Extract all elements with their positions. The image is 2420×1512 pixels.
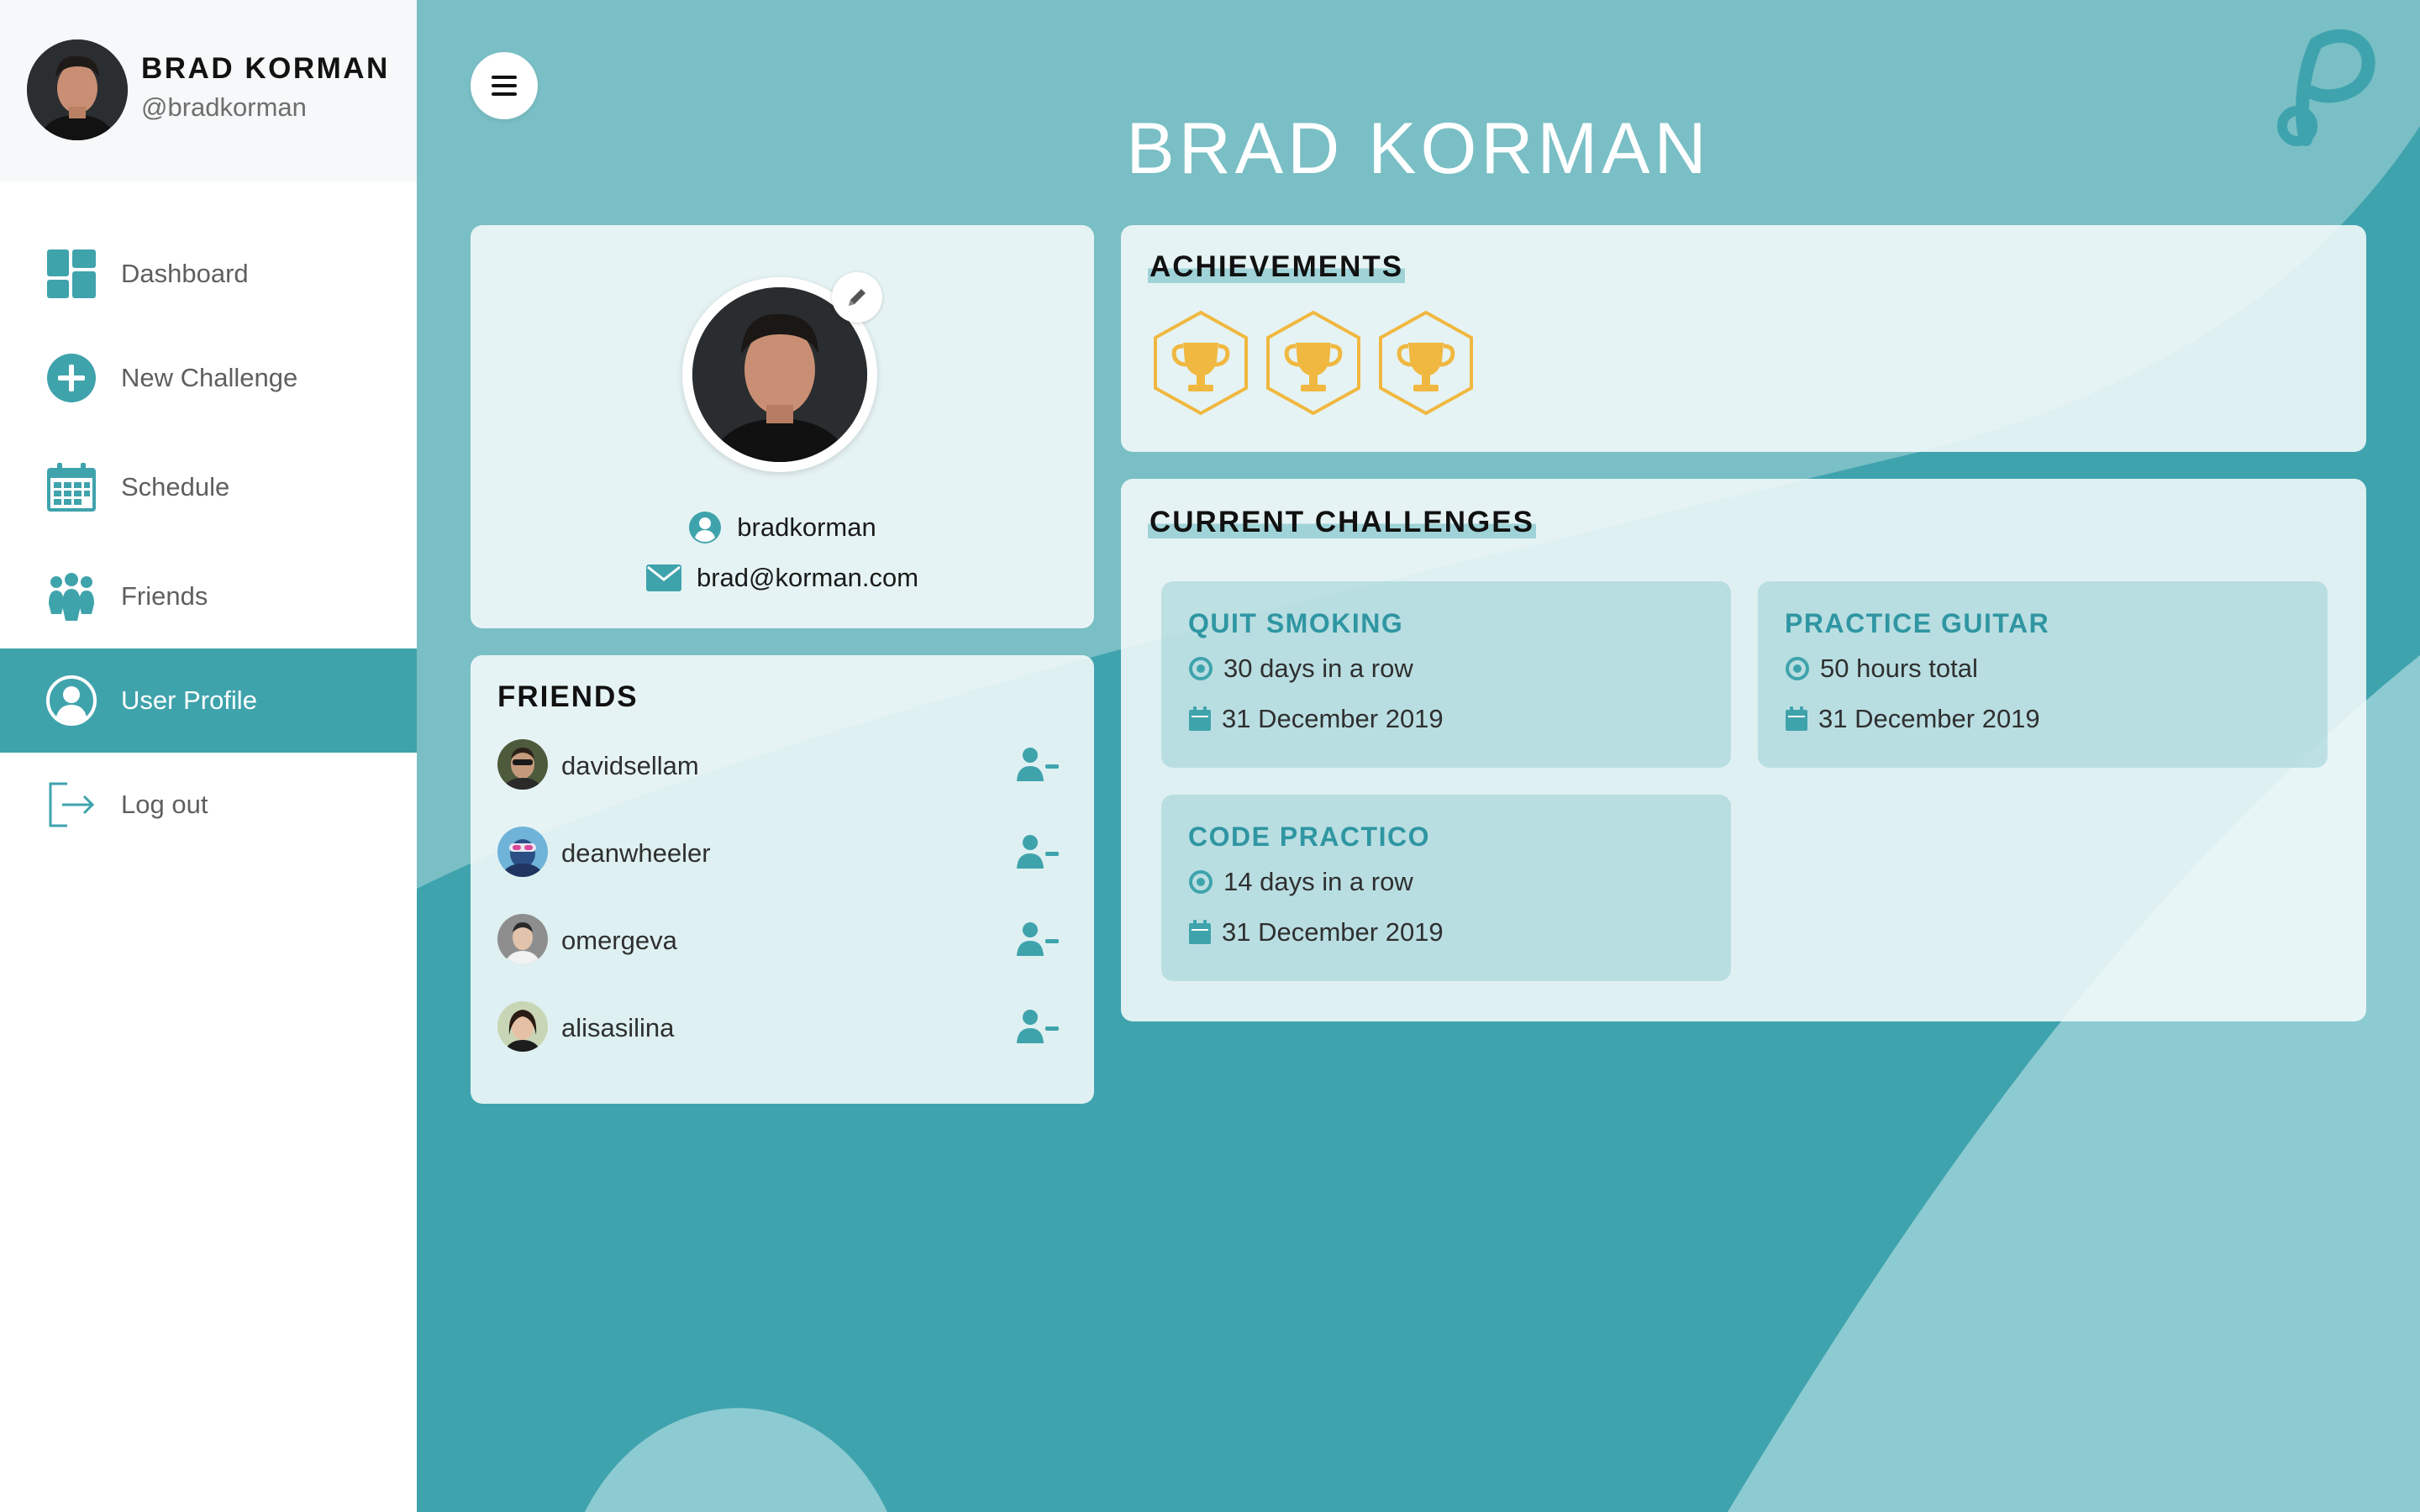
sidebar-user-handle: @bradkorman (141, 92, 307, 122)
sidebar-item-user-profile[interactable]: User Profile (0, 648, 417, 753)
achievements-card: ACHIEVEMENTS (1121, 225, 2366, 452)
plus-circle-icon (47, 354, 96, 402)
avatar[interactable] (27, 39, 128, 140)
hamburger-icon (492, 76, 517, 96)
friend-item[interactable]: omergeva (497, 914, 1069, 968)
logout-icon (49, 782, 95, 827)
sidebar-item-label: New Challenge (121, 363, 298, 392)
challenge-goal-text: 30 days in a row (1223, 654, 1413, 683)
challenge-title: QUIT SMOKING (1188, 608, 1404, 638)
friend-item[interactable]: deanwheeler (497, 827, 1069, 880)
sidebar-item-dashboard[interactable]: Dashboard (0, 222, 417, 326)
friend-avatar (497, 739, 548, 790)
page-title: BRAD KORMAN (1126, 108, 1711, 189)
achievements-title: ACHIEVEMENTS (1148, 250, 1406, 283)
challenge-date-text: 31 December 2019 (1818, 704, 2040, 733)
challenge-date: 31 December 2019 (1188, 702, 1444, 736)
challenges-title: CURRENT CHALLENGES (1148, 506, 1536, 538)
calendar-icon (47, 463, 96, 512)
sidebar: BRAD KORMAN @bradkorman Dashboard New Ch… (0, 0, 417, 1512)
friend-avatar (497, 827, 548, 877)
sidebar-item-label: User Profile (121, 685, 257, 715)
dashboard-icon (47, 249, 96, 298)
friend-name: davidsellam (561, 751, 699, 780)
sidebar-item-label: Dashboard (121, 259, 249, 288)
profile-email[interactable]: brad@korman.com (697, 563, 918, 593)
main-content: BRAD KORMAN bradkorman brad@korman.com F… (417, 0, 2420, 1512)
friend-name: deanwheeler (561, 838, 711, 868)
challenge-goal-text: 14 days in a row (1223, 867, 1413, 896)
sidebar-item-friends[interactable]: Friends (0, 544, 417, 648)
challenge-date: 31 December 2019 (1785, 702, 2040, 736)
remove-friend-icon[interactable] (1015, 746, 1059, 783)
sidebar-user-name: BRAD KORMAN (141, 52, 390, 85)
challenge-date-text: 31 December 2019 (1222, 917, 1444, 947)
user-circle-icon (689, 512, 722, 543)
trophy-badge-icon[interactable] (1151, 309, 1250, 417)
remove-friend-icon[interactable] (1015, 1008, 1059, 1045)
challenge-date-text: 31 December 2019 (1222, 704, 1444, 733)
sidebar-item-label: Schedule (121, 472, 230, 501)
envelope-icon (645, 564, 681, 591)
trophy-badge-icon[interactable] (1264, 309, 1363, 417)
profile-username: bradkorman (737, 512, 876, 542)
challenge-card[interactable]: CODE PRACTICO 14 days in a row 31 Decemb… (1161, 795, 1731, 981)
pencil-icon (849, 289, 865, 306)
challenge-goal-text: 50 hours total (1820, 654, 1978, 683)
trophy-badge-icon[interactable] (1376, 309, 1476, 417)
current-challenges-card: CURRENT CHALLENGES QUIT SMOKING 30 days … (1121, 479, 2366, 1021)
challenge-card[interactable]: PRACTICE GUITAR 50 hours total 31 Decemb… (1758, 581, 2328, 768)
target-icon (1189, 657, 1213, 680)
target-icon (1189, 870, 1213, 894)
friend-name: omergeva (561, 926, 677, 955)
remove-friend-icon[interactable] (1015, 921, 1059, 958)
friend-name: alisasilina (561, 1013, 675, 1042)
challenge-date: 31 December 2019 (1188, 916, 1444, 949)
sidebar-item-label: Friends (121, 581, 208, 611)
friend-avatar (497, 1001, 548, 1052)
friend-avatar (497, 914, 548, 964)
profile-email-row: brad@korman.com (471, 563, 1094, 593)
remove-friend-icon[interactable] (1015, 833, 1059, 870)
profile-username-row: bradkorman (471, 511, 1094, 544)
sidebar-item-logout[interactable]: Log out (0, 753, 417, 857)
user-circle-icon (46, 675, 97, 726)
challenge-title: CODE PRACTICO (1188, 822, 1430, 852)
sidebar-item-new-challenge[interactable]: New Challenge (0, 326, 417, 430)
challenge-card[interactable]: QUIT SMOKING 30 days in a row 31 Decembe… (1161, 581, 1731, 768)
target-icon (1786, 657, 1809, 680)
calendar-icon (1189, 920, 1211, 944)
friends-card: FRIENDS davidsellam deanwheeler omergeva… (471, 655, 1094, 1104)
sidebar-item-schedule[interactable]: Schedule (0, 435, 417, 539)
friend-item[interactable]: davidsellam (497, 739, 1069, 793)
app-logo-icon[interactable] (2272, 22, 2381, 156)
challenge-goal: 14 days in a row (1188, 865, 1413, 899)
friends-title: FRIENDS (497, 680, 639, 713)
edit-photo-button[interactable] (832, 272, 882, 323)
calendar-icon (1189, 706, 1211, 731)
sidebar-user-header: BRAD KORMAN @bradkorman (0, 0, 417, 181)
friends-icon (49, 573, 94, 621)
friend-item[interactable]: alisasilina (497, 1001, 1069, 1055)
challenge-title: PRACTICE GUITAR (1785, 608, 2050, 638)
sidebar-item-label: Log out (121, 790, 208, 819)
profile-card: bradkorman brad@korman.com (471, 225, 1094, 628)
challenge-goal: 50 hours total (1785, 652, 1978, 685)
calendar-icon (1786, 706, 1807, 731)
challenge-goal: 30 days in a row (1188, 652, 1413, 685)
